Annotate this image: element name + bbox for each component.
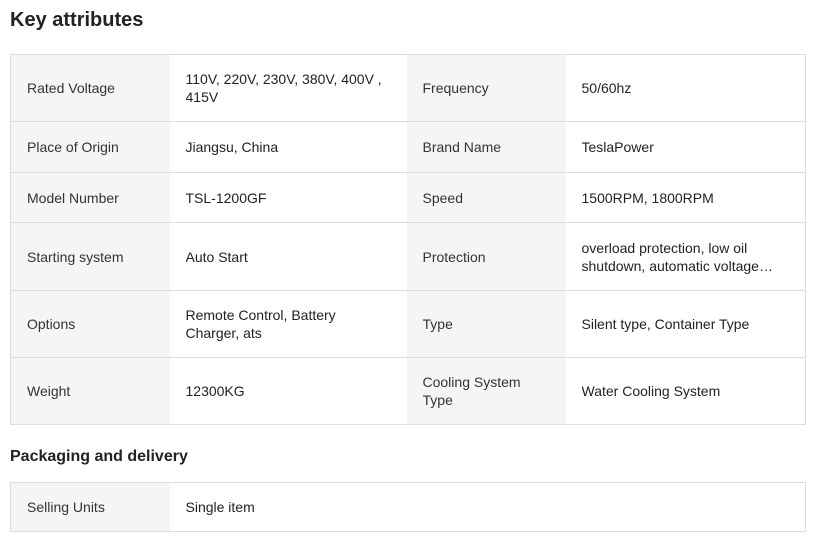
packaging-delivery-title: Packaging and delivery: [10, 448, 188, 465]
attribute-value-text: Auto Start: [185, 248, 248, 265]
attribute-value: 12300KG: [169, 357, 407, 425]
table-row: Options Remote Control, Battery Charger,…: [10, 290, 806, 358]
attribute-value: TSL-1200GF: [169, 172, 407, 223]
table-row: Model Number TSL-1200GF Speed 1500RPM, 1…: [10, 172, 806, 223]
attribute-value: Remote Control, Battery Charger, ats: [169, 290, 407, 358]
attribute-value: TeslaPower: [565, 121, 806, 173]
attribute-label: Frequency: [406, 54, 566, 122]
attribute-value: 50/60hz: [565, 54, 806, 122]
attribute-value-text: TSL-1200GF: [185, 189, 267, 206]
attribute-value: Jiangsu, China: [169, 121, 407, 173]
attribute-value-text: Silent type, Container Type: [581, 316, 750, 332]
table-row: Place of Origin Jiangsu, China Brand Nam…: [10, 121, 806, 173]
key-attributes-title: Key attributes: [10, 9, 144, 31]
attribute-value-text: Jiangsu, China: [185, 139, 279, 155]
key-attributes-table: Rated Voltage 110V, 220V, 230V, 380V, 40…: [10, 54, 806, 425]
attribute-value-text: Water Cooling System: [581, 383, 721, 399]
attribute-value-text: overload protection, low oil shutdown, a…: [581, 239, 759, 274]
attribute-label: Type: [406, 290, 566, 358]
attribute-value: Silent type, Container Type: [565, 290, 806, 358]
table-row: Rated Voltage 110V, 220V, 230V, 380V, 40…: [10, 54, 806, 122]
attribute-value-text: 1500RPM, 1800RPM: [581, 189, 714, 206]
packaging-table: Selling Units Single item: [10, 482, 806, 532]
attribute-label: Weight: [10, 357, 170, 425]
table-row: Weight 12300KG Cooling System Type Water…: [10, 357, 806, 425]
attribute-label: Starting system: [10, 222, 170, 291]
attribute-label: Brand Name: [406, 121, 566, 173]
attribute-label-text: Cooling System Type: [422, 374, 521, 408]
attribute-label: Selling Units: [10, 482, 170, 532]
attribute-label: Protection: [406, 222, 566, 291]
table-row: Selling Units Single item: [10, 482, 806, 532]
attribute-value: Single item: [169, 482, 806, 532]
attribute-label: Speed: [406, 172, 566, 223]
attribute-value-text: 12300KG: [185, 383, 245, 399]
attribute-label: Options: [10, 290, 170, 358]
attribute-value: overload protection, low oil shutdown, a…: [565, 222, 806, 291]
attribute-value-text: 110V, 220V, 230V, 380V, 400V , 415V: [185, 71, 382, 105]
attribute-value: 110V, 220V, 230V, 380V, 400V , 415V: [169, 54, 407, 122]
attribute-label: Cooling System Type: [406, 357, 566, 425]
table-row: Starting system Auto Start Protection ov…: [10, 222, 806, 291]
attribute-label: Place of Origin: [10, 121, 170, 173]
attribute-label: Rated Voltage: [10, 54, 170, 122]
attribute-value-text: 50/60hz: [581, 80, 632, 96]
attribute-label: Model Number: [10, 172, 170, 223]
attribute-value: 1500RPM, 1800RPM: [565, 172, 806, 223]
attribute-value-text: Remote Control, Battery Charger, ats: [185, 307, 336, 341]
attribute-value: Auto Start: [169, 222, 407, 291]
attribute-value: Water Cooling System: [565, 357, 806, 425]
attribute-value-text: TeslaPower: [581, 139, 654, 155]
